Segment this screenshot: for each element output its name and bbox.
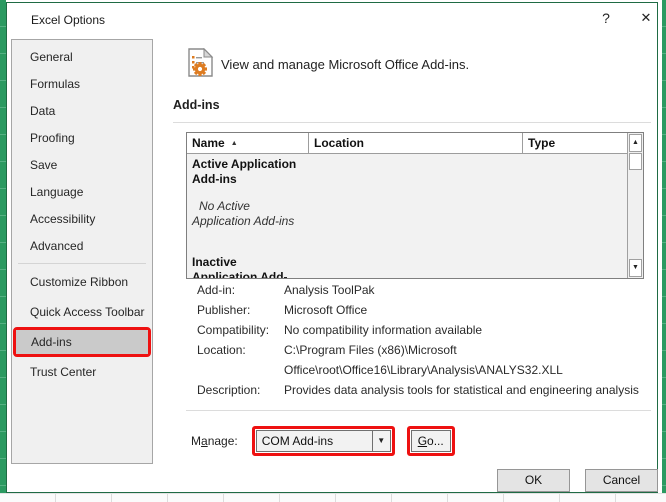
scrollbar-thumb[interactable] xyxy=(629,153,642,170)
sidebar-item-save[interactable]: Save xyxy=(12,152,152,179)
detail-label: Description: xyxy=(197,380,284,400)
ok-button[interactable]: OK xyxy=(497,469,570,492)
table-scrollbar[interactable]: ▲ ▼ xyxy=(627,133,643,278)
addins-section-title: Add-ins xyxy=(173,98,220,112)
manage-row: Manage: COM Add-ins ▼ Go... xyxy=(191,426,455,456)
manage-dropdown[interactable]: COM Add-ins ▼ xyxy=(256,430,391,452)
sidebar-item-language[interactable]: Language xyxy=(12,179,152,206)
go-button[interactable]: Go... xyxy=(411,430,451,452)
sidebar-item-advanced[interactable]: Advanced xyxy=(12,233,152,260)
sidebar-item-quick-access-toolbar[interactable]: Quick Access Toolbar xyxy=(12,297,152,327)
sidebar-item-trust-center[interactable]: Trust Center xyxy=(12,357,152,387)
detail-label: Add-in: xyxy=(197,280,284,300)
column-header-name[interactable]: Name ▲ xyxy=(187,133,309,153)
intro-description: View and manage Microsoft Office Add-ins… xyxy=(221,57,469,72)
detail-row-description: Description: Provides data analysis tool… xyxy=(197,380,649,400)
close-icon[interactable]: ✕ xyxy=(631,3,661,33)
sidebar-item-general[interactable]: General xyxy=(12,44,152,71)
scroll-down-icon[interactable]: ▼ xyxy=(629,259,642,277)
manage-dropdown-value: COM Add-ins xyxy=(257,434,372,448)
sidebar-item-accessibility[interactable]: Accessibility xyxy=(12,206,152,233)
options-sidebar: General Formulas Data Proofing Save Lang… xyxy=(11,39,153,464)
sidebar-divider xyxy=(18,263,146,264)
table-header-row: Name ▲ Location Type xyxy=(187,133,627,154)
detail-value: Analysis ToolPak xyxy=(284,280,375,300)
document-gear-icon xyxy=(187,48,214,77)
detail-value: C:\Program Files (x86)\Microsoft Office\… xyxy=(284,340,646,380)
go-button-label: Go... xyxy=(412,434,450,448)
addins-list-table: Name ▲ Location Type Active Application A… xyxy=(186,132,644,279)
table-row-active-group: Active Application Add-ins xyxy=(192,154,308,187)
chevron-down-icon[interactable]: ▼ xyxy=(372,431,390,451)
detail-label: Publisher: xyxy=(197,300,284,320)
sidebar-item-proofing[interactable]: Proofing xyxy=(12,125,152,152)
table-body: Active Application Add-ins No Active App… xyxy=(187,154,627,278)
manage-label: Manage: xyxy=(191,434,238,448)
detail-value: No compatibility information available xyxy=(284,320,482,340)
addin-details-panel: Add-in: Analysis ToolPak Publisher: Micr… xyxy=(197,280,649,400)
detail-row-compatibility: Compatibility: No compatibility informat… xyxy=(197,320,649,340)
dialog-titlebar: Excel Options ? ✕ xyxy=(7,3,657,39)
sidebar-item-data[interactable]: Data xyxy=(12,98,152,125)
detail-row-publisher: Publisher: Microsoft Office xyxy=(197,300,649,320)
section-separator xyxy=(173,122,651,123)
sidebar-item-formulas[interactable]: Formulas xyxy=(12,71,152,98)
detail-label: Location: xyxy=(197,340,284,380)
manage-dropdown-annotation: COM Add-ins ▼ xyxy=(252,426,395,456)
sidebar-item-customize-ribbon[interactable]: Customize Ribbon xyxy=(12,267,152,297)
manage-separator xyxy=(186,410,651,411)
cancel-button[interactable]: Cancel xyxy=(585,469,658,492)
go-button-annotation: Go... xyxy=(407,426,455,456)
excel-worksheet-strip xyxy=(0,493,666,502)
excel-options-dialog: Excel Options ? ✕ General Formulas Data … xyxy=(6,2,658,493)
scrollbar-track[interactable] xyxy=(628,170,643,258)
scroll-up-icon[interactable]: ▲ xyxy=(629,134,642,152)
sort-ascending-icon: ▲ xyxy=(231,140,238,147)
detail-row-location: Location: C:\Program Files (x86)\Microso… xyxy=(197,340,649,380)
dialog-title: Excel Options xyxy=(31,13,105,27)
help-icon[interactable]: ? xyxy=(591,3,621,33)
detail-value: Microsoft Office xyxy=(284,300,367,320)
detail-value: Provides data analysis tools for statist… xyxy=(284,380,639,400)
sidebar-item-addins[interactable]: Add-ins xyxy=(16,330,148,354)
excel-window-right-edge xyxy=(662,0,666,502)
table-row-no-active-note: No Active Application Add-ins xyxy=(192,199,300,229)
column-header-location[interactable]: Location xyxy=(309,133,523,153)
table-row-inactive-group: Inactive Application Add-ins xyxy=(192,255,304,278)
column-header-type[interactable]: Type xyxy=(523,133,627,153)
detail-label: Compatibility: xyxy=(197,320,284,340)
detail-row-addin: Add-in: Analysis ToolPak xyxy=(197,280,649,300)
column-header-name-label: Name xyxy=(192,136,225,150)
addins-highlight-annotation: Add-ins xyxy=(13,327,151,357)
